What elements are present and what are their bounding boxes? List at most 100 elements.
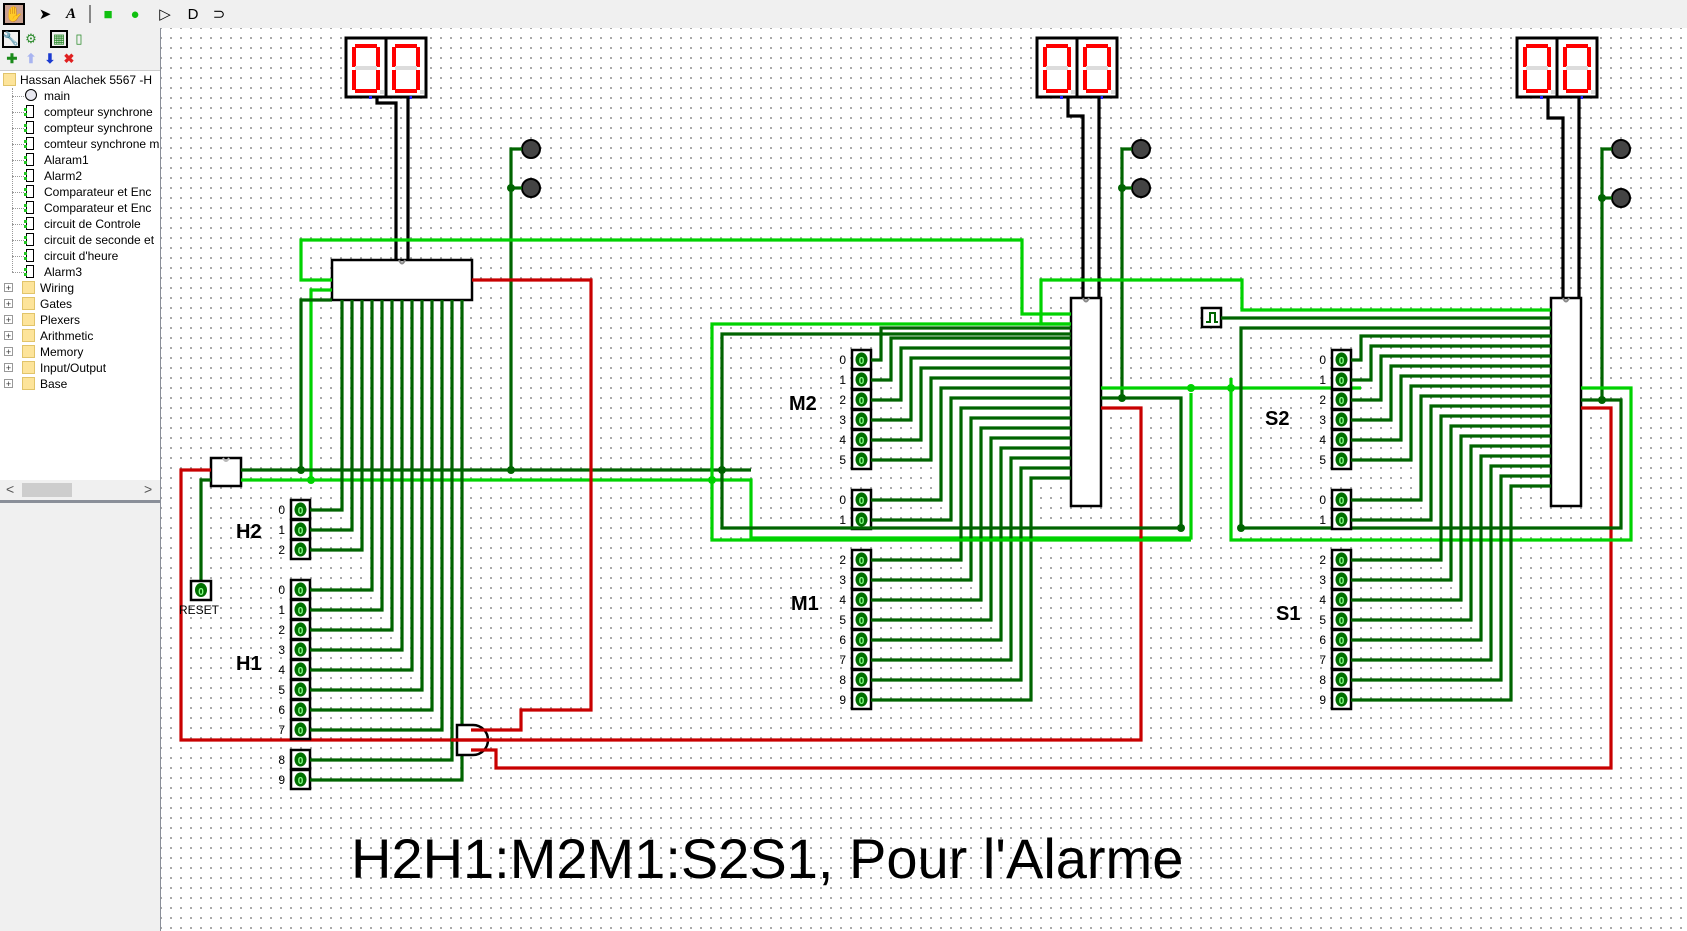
input-pin-icon[interactable]: ■ <box>97 3 119 25</box>
or-gate-icon[interactable]: ⊃ <box>208 3 230 25</box>
tree-library-base[interactable]: + Base <box>0 376 160 392</box>
tree-horizontal-scrollbar[interactable]: < > <box>0 480 160 503</box>
display-segment <box>1086 44 1108 48</box>
pin-value: 0 <box>1339 416 1345 427</box>
pin-value: 0 <box>298 776 304 787</box>
folder-icon <box>22 281 35 294</box>
pin-value: 0 <box>859 576 865 587</box>
scroll-left-arrow[interactable]: < <box>6 481 14 497</box>
s-data-wire[interactable] <box>1351 354 1551 402</box>
display-bus[interactable] <box>1546 96 1565 298</box>
simulate-tree-icon[interactable]: ⚙ <box>22 30 40 48</box>
tree-library-input-output[interactable]: + Input/Output <box>0 360 160 376</box>
m-data-wire[interactable] <box>871 346 1071 402</box>
pin-value: 0 <box>1339 596 1345 607</box>
pin-index-label: 1 <box>839 373 846 387</box>
hour-comparator-block[interactable] <box>330 258 474 302</box>
minute-comparator-block[interactable] <box>1069 296 1103 508</box>
toolbar-separator <box>89 5 91 23</box>
tree-item-circuit[interactable]: Comparateur et Enc <box>0 184 160 200</box>
clock-wire[interactable] <box>309 288 332 478</box>
and-gate-icon[interactable]: D <box>182 3 204 25</box>
tree-item-circuit[interactable]: Alaram1 <box>0 152 160 168</box>
pin-index-label: 4 <box>839 433 846 447</box>
expand-icon[interactable]: + <box>4 331 13 341</box>
move-down-icon[interactable]: ⬇ <box>41 50 59 68</box>
text-tool-icon[interactable]: A <box>60 3 82 25</box>
pin-index-label: 3 <box>839 413 846 427</box>
pin-value: 0 <box>859 376 865 387</box>
tree-library-arithmetic[interactable]: + Arithmetic <box>0 328 160 344</box>
select-tool-icon[interactable]: ➤ <box>34 3 56 25</box>
h-data-wire[interactable] <box>310 300 404 652</box>
tree-item-circuit[interactable]: Alarm3 <box>0 264 160 280</box>
appearance-icon[interactable]: ▯ <box>70 30 88 48</box>
second-comparator-block[interactable] <box>1549 296 1583 508</box>
delete-circuit-icon[interactable]: ✖ <box>60 50 78 68</box>
reset-wire[interactable] <box>299 298 332 470</box>
expand-icon[interactable]: + <box>4 347 13 357</box>
display-bus[interactable] <box>375 96 398 260</box>
scroll-right-arrow[interactable]: > <box>144 481 152 497</box>
move-up-icon[interactable]: ⬆ <box>22 50 40 68</box>
tree-item-circuit[interactable]: comteur synchrone m <box>0 136 160 152</box>
wire-junction <box>1118 394 1126 402</box>
subcircuit-icon <box>24 185 34 198</box>
pin-value: 0 <box>298 646 304 657</box>
expand-icon[interactable]: + <box>4 363 13 373</box>
pin-value: 0 <box>859 396 865 407</box>
h-data-wire[interactable] <box>310 300 464 782</box>
reset-wire[interactable] <box>199 478 211 583</box>
pin-index-label: 4 <box>278 663 285 677</box>
tree-item-label: Gates <box>40 297 73 311</box>
wire-junction <box>507 184 515 192</box>
tree-item-main[interactable]: main <box>0 88 160 104</box>
add-circuit-icon[interactable]: ✚ <box>3 50 21 68</box>
tree-item-circuit[interactable]: compteur synchrone <box>0 120 160 136</box>
tree-item-circuit[interactable]: circuit d'heure <box>0 248 160 264</box>
tree-library-plexers[interactable]: + Plexers <box>0 312 160 328</box>
led-wire[interactable] <box>1600 147 1612 400</box>
clock-source[interactable] <box>1200 306 1223 329</box>
display-segment <box>1043 47 1047 67</box>
tree-item-circuit[interactable]: circuit de seconde et <box>0 232 160 248</box>
folder-icon <box>22 345 35 358</box>
h-data-wire[interactable] <box>310 300 354 532</box>
pin-index-label: 5 <box>839 453 846 467</box>
tree-library-wiring[interactable]: + Wiring <box>0 280 160 296</box>
pin-value: 0 <box>1339 396 1345 407</box>
h-data-wire[interactable] <box>310 300 364 552</box>
expand-icon[interactable]: + <box>4 299 13 309</box>
tree-library-gates[interactable]: + Gates <box>0 296 160 312</box>
layout-view-icon[interactable]: ▦ <box>50 30 68 48</box>
wire-junction <box>1598 194 1606 202</box>
led-wire[interactable] <box>509 147 522 470</box>
tree-item-circuit[interactable]: circuit de Controle <box>0 216 160 232</box>
decimal-point <box>420 90 424 94</box>
poke-tool-icon[interactable]: ✋ <box>3 3 25 25</box>
tree-item-circuit[interactable]: compteur synchrone <box>0 104 160 120</box>
circuit-canvas[interactable]: 0 RESET 0 0 0 1 0 2 0 0 0 1 0 2 0 3 0 4 0 5 0 6 0 7 0 8 0 9 H2 H1 0 0 0 1… <box>161 28 1687 931</box>
tristate-buffer[interactable] <box>209 456 243 488</box>
tree-item-label: Memory <box>40 345 84 359</box>
display-bus[interactable] <box>1066 96 1085 298</box>
expand-icon[interactable]: + <box>4 315 13 325</box>
scrollbar-thumb[interactable] <box>22 483 72 497</box>
tree-library-memory[interactable]: + Memory <box>0 344 160 360</box>
led-output <box>1611 139 1631 159</box>
tree-project-root[interactable]: Hassan Alachek 5567 -H <box>0 72 160 88</box>
tree-item-circuit[interactable]: Comparateur et Enc <box>0 200 160 216</box>
expand-icon[interactable]: + <box>4 379 13 389</box>
tree-item-label: Arithmetic <box>40 329 94 343</box>
s-data-wire[interactable] <box>1351 424 1551 582</box>
tree-item-circuit[interactable]: Alarm2 <box>0 168 160 184</box>
expand-icon[interactable]: + <box>4 283 13 293</box>
not-gate-icon[interactable]: ▷ <box>154 3 176 25</box>
wire-junction <box>297 466 305 474</box>
pin-index-label: 2 <box>1319 393 1326 407</box>
alarm-wire[interactable] <box>472 278 593 732</box>
wrench-icon[interactable]: 🔧 <box>2 30 20 48</box>
pin-index-label: 8 <box>278 753 285 767</box>
reset-label: RESET <box>179 603 220 617</box>
output-pin-icon[interactable]: ● <box>124 3 146 25</box>
